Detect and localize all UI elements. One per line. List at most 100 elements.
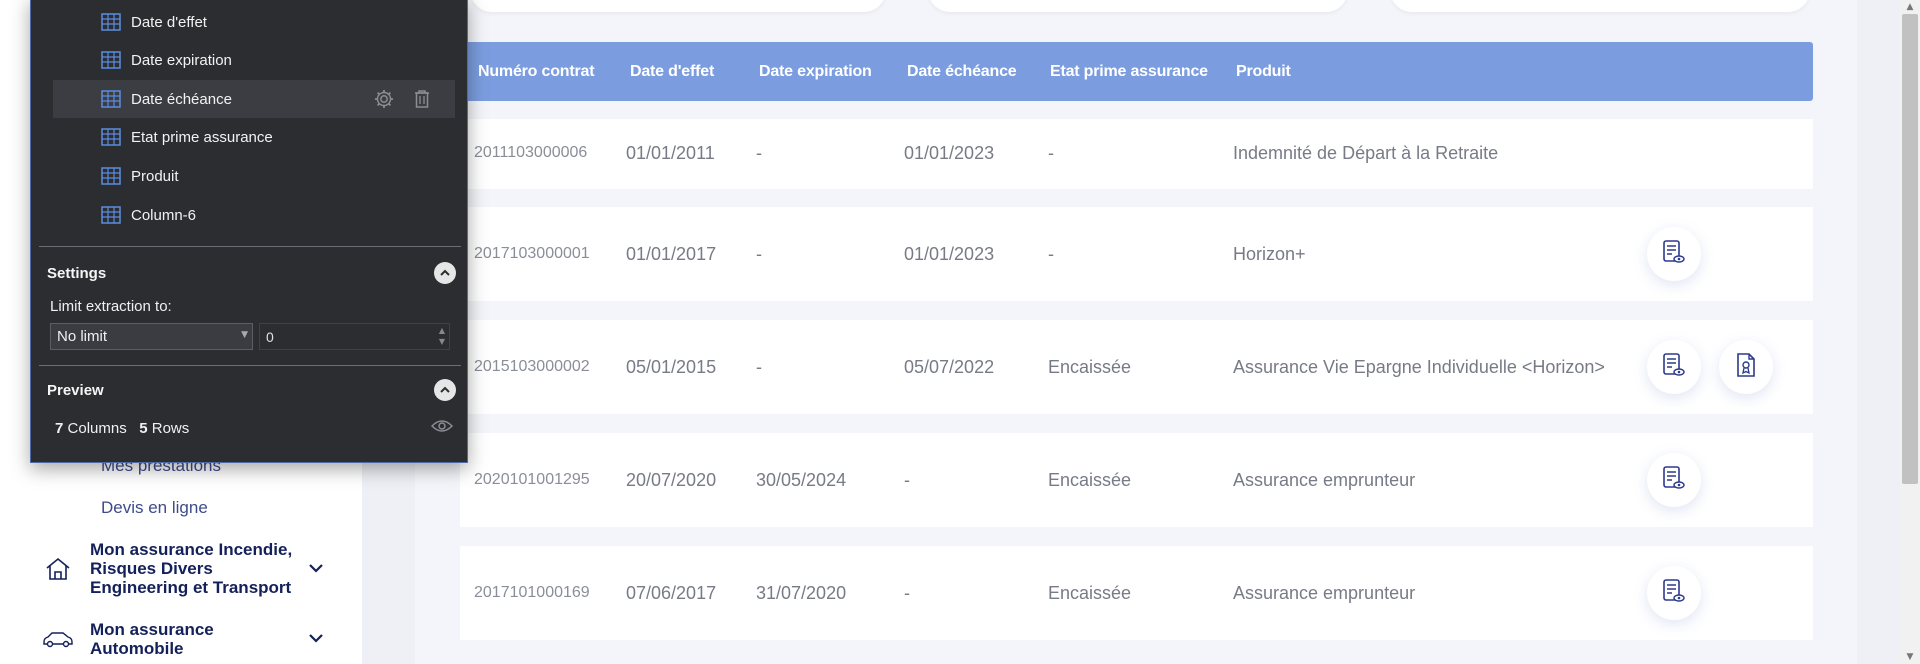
certificate-document-icon [1735, 352, 1757, 383]
nav-group-incendie[interactable]: Mon assurance Incendie, Risques Divers E… [40, 540, 340, 597]
rows-word: Rows [151, 420, 190, 437]
eye-icon[interactable] [431, 418, 453, 434]
divider [39, 246, 461, 247]
extract-column-item[interactable]: Date d'effet [53, 3, 455, 41]
cell-produit: Indemnité de Départ à la Retraite [1233, 143, 1499, 163]
limit-select-value: No limit [57, 328, 108, 345]
spin-up-icon[interactable]: ▲ [439, 326, 445, 335]
table-column-icon [101, 90, 121, 108]
cell-date-effet: 20/07/2020 [626, 470, 717, 490]
table-column-icon [101, 13, 121, 31]
view-document-button[interactable] [1647, 340, 1701, 394]
limit-select[interactable]: No limit ▼ [50, 323, 253, 350]
table-column-icon [101, 128, 121, 146]
cell-date-expiration: 30/05/2024 [756, 470, 847, 490]
scrollbar-thumb[interactable] [1902, 14, 1918, 484]
cell-etat: Encaissée [1048, 357, 1132, 377]
cell-etat: Encaissée [1048, 470, 1132, 490]
limit-number-value: 0 [266, 329, 274, 345]
cell-numero: 2017103000001 [474, 245, 590, 262]
limit-extraction-label: Limit extraction to: [50, 298, 172, 315]
view-document-icon [1662, 352, 1686, 383]
column-header-etat-prime[interactable]: Etat prime assurance [1050, 63, 1208, 81]
scroll-up-icon[interactable]: ▲ [1904, 2, 1916, 12]
extract-column-item[interactable]: Produit [53, 157, 455, 195]
car-icon [40, 625, 76, 653]
preview-title: Preview [47, 382, 104, 399]
extract-column-item[interactable]: Etat prime assurance [53, 118, 455, 156]
cell-date-echeance: 01/01/2023 [904, 244, 995, 264]
extract-column-label: Date expiration [131, 51, 232, 69]
divider [39, 365, 461, 366]
column-header-numero[interactable]: Numéro contrat [478, 63, 595, 81]
cell-numero: 2011103000006 [474, 144, 588, 161]
extract-column-item[interactable]: Date expiration [53, 41, 455, 79]
cell-date-effet: 07/06/2017 [626, 583, 717, 603]
column-header-date-expiration[interactable]: Date expiration [759, 63, 872, 81]
cell-date-expiration: - [756, 143, 762, 163]
preview-summary: 7 Columns 5 Rows [55, 420, 189, 437]
view-document-button[interactable] [1647, 227, 1701, 281]
summary-card [928, 0, 1348, 12]
extract-column-label: Date échéance [131, 90, 232, 108]
cell-numero: 2020101001295 [474, 471, 590, 488]
table-row: 2020101001295 20/07/2020 30/05/2024 - En… [460, 433, 1813, 527]
table-row: 2015103000002 05/01/2015 - 05/07/2022 En… [460, 320, 1813, 414]
cell-date-expiration: 31/07/2020 [756, 583, 847, 603]
column-header-date-effet[interactable]: Date d'effet [630, 63, 714, 81]
column-header-date-echeance[interactable]: Date échéance [907, 63, 1017, 81]
extract-column-item[interactable]: Column-6 [53, 196, 455, 234]
cell-numero: 2015103000002 [474, 358, 590, 375]
extract-column-label: Produit [131, 167, 179, 185]
table-row: 2011103000006 01/01/2011 - 01/01/2023 - … [460, 119, 1813, 189]
cell-produit: Assurance emprunteur [1233, 470, 1416, 490]
column-header-produit[interactable]: Produit [1236, 63, 1291, 81]
cell-etat: Encaissée [1048, 583, 1132, 603]
nav-group-automobile[interactable]: Mon assurance Automobile [40, 620, 340, 658]
cell-date-echeance: 05/07/2022 [904, 357, 995, 377]
extract-column-label: Column-6 [131, 206, 197, 224]
table-extraction-panel: Date d'effet Date expiration Date échéan… [30, 0, 468, 463]
table-row: 2017101000169 07/06/2017 31/07/2020 - En… [460, 546, 1813, 640]
scroll-down-icon[interactable]: ▼ [1904, 652, 1916, 662]
table-column-icon [101, 51, 121, 69]
trash-icon[interactable] [411, 88, 433, 110]
extract-column-label: Date d'effet [131, 13, 207, 31]
summary-card [1390, 0, 1810, 12]
preview-collapse-button[interactable] [434, 379, 456, 401]
gear-icon[interactable] [373, 88, 395, 110]
extract-column-item-selected[interactable]: Date échéance [53, 80, 455, 118]
view-document-button[interactable] [1647, 566, 1701, 620]
nav-group-label: Mon assurance Automobile [90, 620, 214, 658]
dropdown-arrow-icon: ▼ [241, 330, 248, 340]
nav-link-devis-en-ligne[interactable]: Devis en ligne [101, 498, 208, 518]
view-document-icon [1662, 578, 1686, 609]
limit-number-input[interactable]: 0 ▲ ▼ [259, 323, 450, 350]
cell-date-expiration: - [756, 357, 762, 377]
table-column-icon [101, 206, 121, 224]
nav-group-label: Mon assurance Incendie, Risques Divers E… [90, 540, 293, 597]
cell-produit: Assurance emprunteur [1233, 583, 1416, 603]
cell-date-effet: 01/01/2011 [626, 143, 715, 163]
table-row: 2017103000001 01/01/2017 - 01/01/2023 - … [460, 207, 1813, 301]
spin-down-icon[interactable]: ▼ [439, 337, 445, 346]
settings-title: Settings [47, 265, 107, 282]
cell-date-echeance: - [904, 470, 910, 490]
cell-etat: - [1048, 143, 1054, 163]
chevron-down-icon[interactable] [308, 560, 324, 578]
settings-collapse-button[interactable] [434, 262, 456, 284]
summary-card [470, 0, 886, 12]
certificate-document-button[interactable] [1719, 340, 1773, 394]
view-document-button[interactable] [1647, 453, 1701, 507]
columns-count: 7 [55, 420, 64, 437]
chevron-up-icon [440, 269, 450, 276]
view-document-icon [1662, 239, 1686, 270]
view-document-icon [1662, 465, 1686, 496]
contracts-table-header: Numéro contrat Date d'effet Date expirat… [460, 42, 1813, 101]
cell-date-effet: 05/01/2015 [626, 357, 717, 377]
rows-count: 5 [139, 420, 148, 437]
columns-word: Columns [67, 420, 127, 437]
cell-etat: - [1048, 244, 1054, 264]
cell-produit: Assurance Vie Epargne Individuelle <Hori… [1233, 357, 1605, 377]
chevron-down-icon[interactable] [308, 630, 324, 648]
